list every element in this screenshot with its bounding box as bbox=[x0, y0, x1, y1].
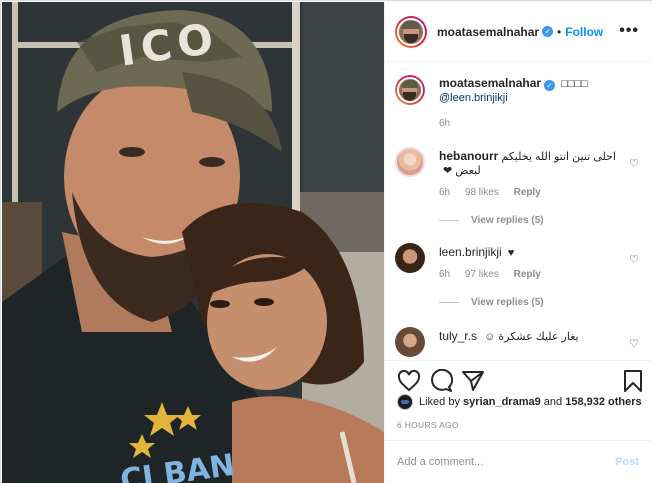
caption-text: □□□□ bbox=[561, 78, 588, 90]
separator-dot: • bbox=[557, 24, 562, 39]
comment-text: يغار عليك عشكرة ☺ bbox=[484, 331, 579, 343]
post-comment-button[interactable]: Post bbox=[615, 456, 639, 468]
like-heart-icon[interactable] bbox=[397, 369, 421, 393]
like-comment-heart-icon[interactable]: ♡ bbox=[629, 157, 639, 170]
comment-item: leen.brinjikji ♥ 6h 97 likes Reply ♡ Vie… bbox=[395, 243, 645, 323]
caption-time: 6h bbox=[439, 118, 451, 129]
comment-item: hebanourr احلى تنين انتو الله يخليكم لبع… bbox=[395, 147, 645, 237]
verified-badge-icon: ✓ bbox=[544, 80, 556, 91]
comment-likes[interactable]: 98 likes bbox=[465, 187, 499, 198]
comment-input[interactable]: Add a comment... bbox=[397, 456, 483, 468]
comment-text: ♥ bbox=[507, 247, 515, 259]
post-photo[interactable]: ICO CI BAN bbox=[2, 2, 384, 483]
follow-button[interactable]: Follow bbox=[565, 25, 603, 39]
liked-by-and: and bbox=[543, 396, 563, 408]
post-dialog: ICO CI BAN moatasemalnahar ✓ • Follow ••… bbox=[0, 0, 652, 483]
like-comment-heart-icon[interactable]: ♡ bbox=[629, 337, 639, 350]
view-replies-button[interactable]: View replies (5) bbox=[439, 297, 544, 308]
liked-by-prefix: Liked by bbox=[419, 396, 460, 408]
comments-list[interactable]: moatasemalnahar ✓ □□□□ @leen.brinjikji 6h… bbox=[385, 63, 652, 359]
verified-badge-icon: ✓ bbox=[542, 26, 554, 37]
commenter-username[interactable]: leen.brinjikji bbox=[439, 245, 502, 259]
caption-mention-link[interactable]: @leen.brinjikji bbox=[439, 92, 508, 104]
share-paper-plane-icon[interactable] bbox=[461, 369, 485, 393]
author-username[interactable]: moatasemalnahar bbox=[437, 25, 539, 39]
comment-item: tuly_r.s يغار عليك عشكرة ☺ ♡ bbox=[395, 327, 645, 359]
view-replies-button[interactable]: View replies (5) bbox=[439, 215, 544, 226]
author-avatar[interactable] bbox=[395, 15, 427, 48]
comment-likes[interactable]: 97 likes bbox=[465, 269, 499, 280]
caption-username[interactable]: moatasemalnahar bbox=[439, 76, 541, 90]
caption-item: moatasemalnahar ✓ □□□□ @leen.brinjikji 6h bbox=[395, 75, 645, 135]
post-header: moatasemalnahar ✓ • Follow ••• bbox=[385, 2, 652, 62]
post-timestamp[interactable]: 6 HOURS AGO bbox=[397, 420, 459, 430]
comment-bubble-icon[interactable] bbox=[429, 369, 453, 393]
save-bookmark-icon[interactable] bbox=[621, 369, 645, 393]
commenter-avatar[interactable] bbox=[395, 147, 425, 177]
caption-avatar[interactable] bbox=[395, 75, 425, 105]
comment-time: 6h bbox=[439, 187, 451, 198]
post-side-panel: moatasemalnahar ✓ • Follow ••• moatasema… bbox=[384, 2, 652, 483]
reply-button[interactable]: Reply bbox=[514, 269, 541, 280]
more-options-icon[interactable]: ••• bbox=[619, 22, 639, 40]
liked-by-row: Liked by syrian_drama9 and 158,932 other… bbox=[397, 394, 642, 410]
like-comment-heart-icon[interactable]: ♡ bbox=[629, 253, 639, 266]
commenter-avatar[interactable] bbox=[395, 327, 425, 357]
add-comment-bar: Add a comment... Post bbox=[385, 440, 652, 483]
liked-by-others-link[interactable]: 158,932 others bbox=[565, 396, 641, 408]
liked-by-user-link[interactable]: syrian_drama9 bbox=[463, 396, 541, 408]
liker-avatar[interactable] bbox=[397, 394, 413, 410]
commenter-username[interactable]: tuly_r.s bbox=[439, 329, 477, 343]
commenter-username[interactable]: hebanourr bbox=[439, 149, 498, 163]
reply-button[interactable]: Reply bbox=[514, 187, 541, 198]
commenter-avatar[interactable] bbox=[395, 243, 425, 273]
comment-time: 6h bbox=[439, 269, 451, 280]
selfie-illustration: ICO CI BAN bbox=[2, 2, 384, 483]
